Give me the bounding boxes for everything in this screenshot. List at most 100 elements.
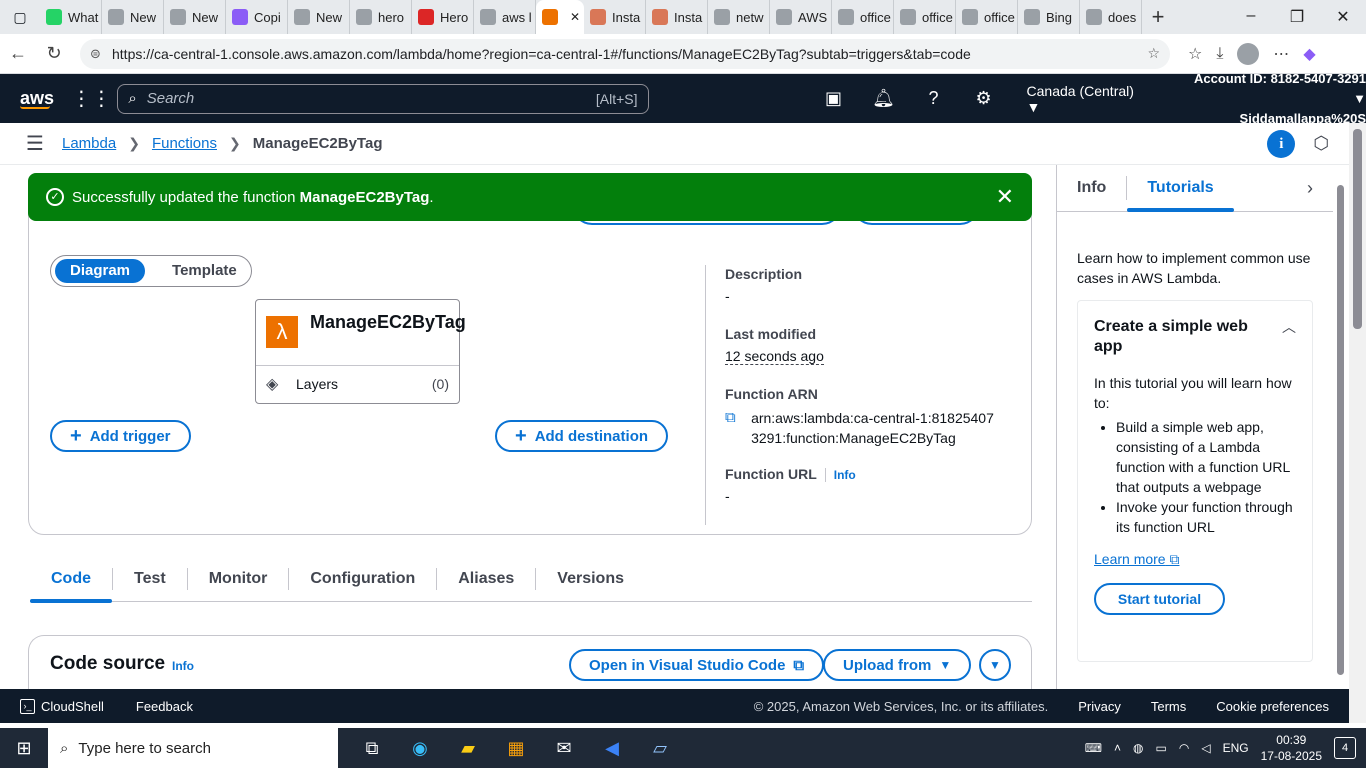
cookie-preferences-link[interactable]: Cookie preferences	[1216, 699, 1329, 714]
add-destination-button[interactable]: + Add destination	[495, 420, 669, 452]
segment-diagram[interactable]: Diagram	[55, 259, 146, 283]
help-tab-info[interactable]: Info	[1057, 176, 1126, 200]
browser-tab[interactable]: Bing	[1018, 0, 1080, 34]
scrollbar-thumb[interactable]	[1353, 129, 1362, 329]
site-info-icon[interactable]: ⊜	[90, 46, 112, 62]
browser-tab[interactable]: ✕	[536, 0, 584, 34]
tab-monitor[interactable]: Monitor	[188, 568, 290, 590]
scrollbar-thumb[interactable]	[1337, 185, 1344, 675]
browser-tab[interactable]: office	[894, 0, 956, 34]
info-panel-icon[interactable]: i	[1267, 129, 1296, 158]
tab-aliases[interactable]: Aliases	[437, 568, 537, 590]
help-tab-tutorials[interactable]: Tutorials	[1126, 176, 1235, 212]
open-vscode-button[interactable]: Open in Visual Studio Code ⧉	[569, 649, 825, 681]
browser-tab[interactable]: What	[40, 0, 102, 34]
network-icon[interactable]: ◍	[1133, 741, 1143, 755]
close-tab-icon[interactable]: ✕	[570, 10, 580, 24]
browser-tab[interactable]: New	[288, 0, 350, 34]
terms-link[interactable]: Terms	[1151, 699, 1186, 714]
help-icon[interactable]: ?	[909, 88, 959, 109]
store-icon[interactable]: ▦	[492, 738, 540, 759]
tab-code[interactable]: Code	[30, 568, 113, 603]
tab-configuration[interactable]: Configuration	[289, 568, 438, 590]
bookmark-star-icon[interactable]: ☆	[1147, 45, 1160, 62]
page-scrollbar[interactable]	[1349, 123, 1366, 723]
minimize-icon[interactable]: –	[1228, 7, 1274, 27]
start-tutorial-button[interactable]: Start tutorial	[1094, 583, 1225, 615]
browser-tab[interactable]: Copi	[226, 0, 288, 34]
mail-icon[interactable]: ✉	[540, 738, 588, 759]
browser-tab[interactable]: Insta	[646, 0, 708, 34]
browser-tab[interactable]: AWS	[770, 0, 832, 34]
browser-tab[interactable]: netw	[708, 0, 770, 34]
browser-tab[interactable]: office	[832, 0, 894, 34]
favorites-icon[interactable]: ☆	[1188, 44, 1202, 64]
more-actions-caret-icon[interactable]: ▼	[979, 649, 1011, 681]
maximize-icon[interactable]: ❐	[1274, 7, 1320, 27]
learn-more-link[interactable]: Learn more ⧉	[1094, 549, 1179, 569]
taskbar-search-input[interactable]: ⌕ Type here to search	[48, 728, 338, 768]
browser-tab[interactable]: Hero	[412, 0, 474, 34]
upload-from-button[interactable]: Upload from ▼	[823, 649, 972, 681]
new-tab-button[interactable]: +	[1142, 4, 1174, 30]
region-selector[interactable]: Canada (Central) ▼	[1027, 83, 1151, 115]
copilot-icon[interactable]: ◆	[1303, 44, 1315, 64]
clock[interactable]: 00:39 17-08-2025	[1261, 732, 1322, 764]
tab-test[interactable]: Test	[113, 568, 188, 590]
vscode-icon[interactable]: ◀	[588, 738, 636, 759]
tab-actions-icon[interactable]: ▢	[0, 0, 40, 34]
chevron-up-icon[interactable]: ︿	[1282, 317, 1296, 337]
last-modified-value[interactable]: 12 seconds ago	[725, 348, 824, 365]
browser-tab[interactable]: aws l	[474, 0, 536, 34]
hexagon-settings-icon[interactable]: ⬡	[1313, 133, 1329, 154]
language-indicator[interactable]: ENG	[1223, 741, 1249, 755]
browser-tab[interactable]: Insta	[584, 0, 646, 34]
chevron-right-icon[interactable]: ›	[1307, 178, 1333, 199]
close-flash-icon[interactable]: ✕	[996, 184, 1014, 210]
edge-browser-icon[interactable]: ◉	[396, 738, 444, 759]
cloudshell-button[interactable]: ›_ CloudShell	[0, 698, 104, 714]
settings-gear-icon[interactable]: ⚙	[959, 88, 1009, 109]
battery-icon[interactable]: ▭	[1156, 741, 1167, 755]
search-input[interactable]: ⌕ Search [Alt+S]	[117, 83, 649, 114]
code-source-info-link[interactable]: Info	[172, 659, 194, 673]
downloads-icon[interactable]: ⤓	[1216, 45, 1223, 63]
keyboard-icon[interactable]: ⌨	[1085, 741, 1102, 755]
function-url-info-link[interactable]: Info	[824, 468, 856, 482]
help-panel-scrollbar[interactable]	[1333, 165, 1349, 689]
app-icon[interactable]: ▱	[636, 738, 684, 759]
volume-icon[interactable]: ◁	[1201, 741, 1210, 755]
browser-tab[interactable]: hero	[350, 0, 412, 34]
back-icon[interactable]: ←	[0, 43, 36, 64]
windows-start-icon[interactable]: ⊞	[0, 738, 48, 759]
notifications-bell-icon[interactable]: 🔔︎	[859, 88, 909, 109]
add-trigger-button[interactable]: + Add trigger	[50, 420, 191, 452]
notification-center-icon[interactable]: 4	[1334, 737, 1356, 759]
menu-dots-icon[interactable]: ⋯	[1273, 44, 1289, 64]
task-view-icon[interactable]: ⧉	[348, 738, 396, 759]
profile-avatar[interactable]	[1237, 42, 1260, 65]
file-explorer-icon[interactable]: ▰	[444, 738, 492, 759]
feedback-link[interactable]: Feedback	[136, 699, 193, 714]
tab-versions[interactable]: Versions	[536, 568, 645, 590]
browser-tab[interactable]: New	[164, 0, 226, 34]
tray-chevron-up-icon[interactable]: ˄	[1114, 741, 1121, 755]
browser-tab[interactable]: New	[102, 0, 164, 34]
breadcrumb-lambda[interactable]: Lambda	[62, 135, 116, 152]
breadcrumb-functions[interactable]: Functions	[152, 135, 217, 152]
wifi-icon[interactable]: ◠	[1179, 741, 1189, 755]
close-window-icon[interactable]: ✕	[1320, 7, 1366, 27]
browser-tab[interactable]: office	[956, 0, 1018, 34]
services-grid-icon[interactable]: ⋮⋮⋮	[71, 86, 131, 111]
layers-row[interactable]: ◈ Layers (0)	[256, 366, 459, 402]
reload-icon[interactable]: ↻	[36, 43, 72, 64]
browser-tab[interactable]: does	[1080, 0, 1142, 34]
side-nav-menu-icon[interactable]: ☰	[0, 131, 62, 156]
account-menu[interactable]: Account ID: 8182-5407-3291 ▼ Siddamallap…	[1180, 69, 1366, 129]
copy-arn-icon[interactable]: ⧉	[725, 408, 751, 448]
url-field[interactable]: ⊜ https://ca-central-1.console.aws.amazo…	[80, 38, 1170, 69]
privacy-link[interactable]: Privacy	[1078, 699, 1121, 714]
aws-logo[interactable]: aws	[0, 88, 71, 109]
segment-template[interactable]: Template	[157, 259, 252, 283]
cloudshell-icon[interactable]: ▣	[809, 88, 859, 109]
